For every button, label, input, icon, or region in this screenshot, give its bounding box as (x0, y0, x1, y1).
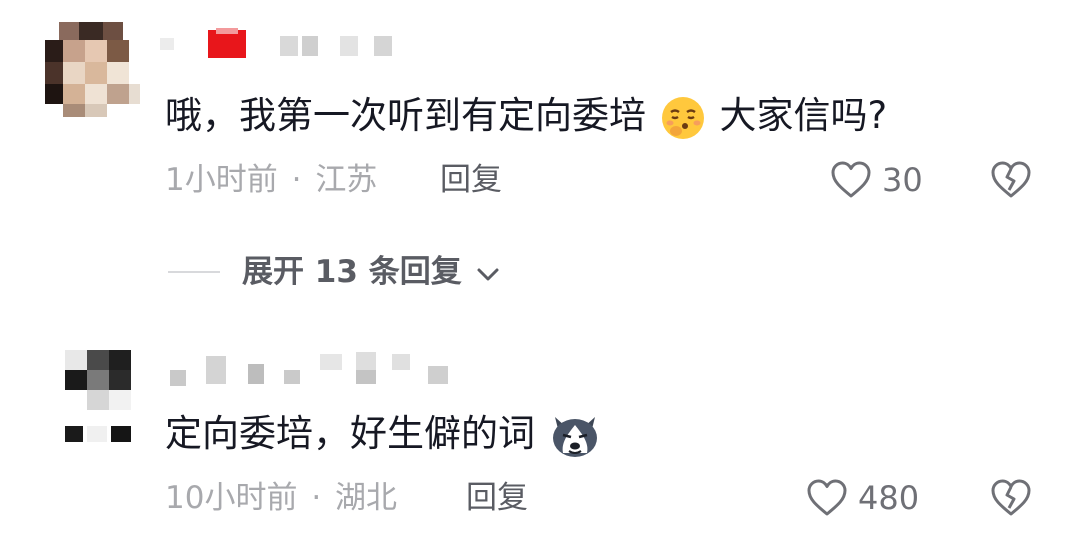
comment-text: 哦，我第一次听到有定向委培 大家信吗? (165, 92, 887, 141)
thinking-face-emoji-icon (660, 95, 706, 141)
reply-button[interactable]: 回复 (440, 160, 502, 200)
comment-text: 定向委培，好生僻的词 (165, 410, 601, 459)
separator-dot: · (311, 480, 322, 516)
dislike-button[interactable] (990, 476, 1034, 520)
location: 湖北 (335, 480, 398, 516)
like-count: 30 (882, 161, 923, 199)
expand-divider (168, 271, 220, 273)
chevron-down-icon (475, 254, 501, 294)
avatar[interactable] (45, 22, 140, 117)
expand-replies-label: 展开 13 条回复 (242, 254, 462, 290)
username-redacted[interactable] (170, 352, 460, 388)
broken-heart-icon (990, 160, 1032, 204)
timestamp: 10小时前 (165, 480, 298, 516)
comment-meta: 1小时前 · 江苏 (165, 160, 377, 200)
heart-outline-icon (830, 160, 872, 204)
husky-dog-emoji-icon (549, 413, 601, 459)
expand-replies-button[interactable]: 展开 13 条回复 (242, 252, 501, 294)
like-button[interactable]: 30 (830, 158, 930, 202)
username-redacted[interactable] (160, 28, 400, 60)
like-count: 480 (858, 479, 920, 517)
heart-outline-icon (806, 478, 848, 522)
broken-heart-icon (990, 478, 1032, 522)
avatar[interactable] (45, 350, 140, 445)
reply-button[interactable]: 回复 (466, 478, 528, 518)
timestamp: 1小时前 (165, 162, 278, 198)
comment-text-part: 定向委培，好生僻的词 (165, 412, 535, 455)
comment-meta: 10小时前 · 湖北 (165, 478, 397, 518)
location: 江苏 (315, 162, 378, 198)
like-button[interactable]: 480 (806, 476, 930, 520)
dislike-button[interactable] (990, 158, 1034, 202)
comment-text-part: 大家信吗? (719, 94, 888, 137)
separator-dot: · (291, 162, 302, 198)
comment-text-part: 哦，我第一次听到有定向委培 (165, 94, 646, 137)
